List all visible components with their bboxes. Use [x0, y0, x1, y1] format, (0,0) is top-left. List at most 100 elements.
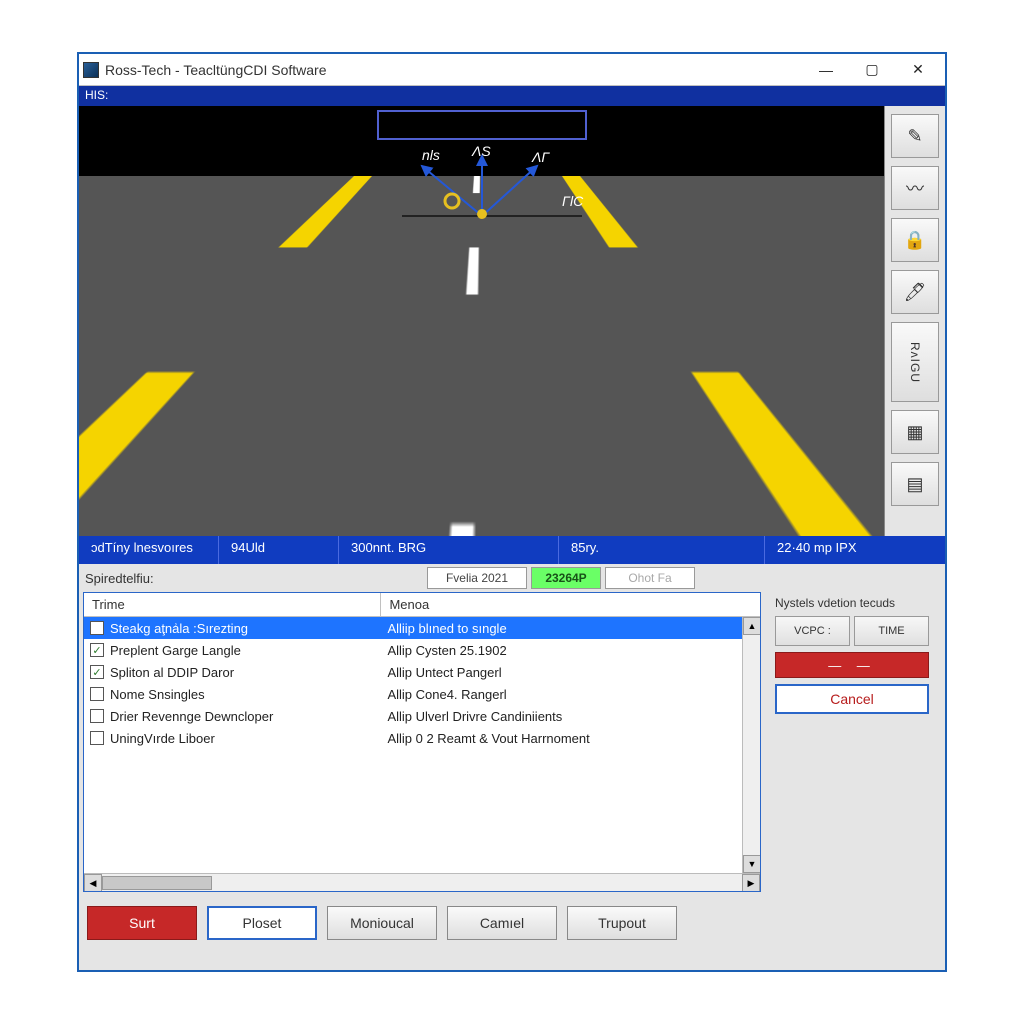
checkbox[interactable]: ✓ — [90, 643, 104, 657]
status-cell: 300nnt. BRG — [339, 536, 559, 564]
row-label: Spliton al DDIP Daror — [110, 665, 234, 680]
trupout-button[interactable]: Trupout — [567, 906, 677, 940]
pen-tool-button[interactable]: 🖊 — [891, 270, 939, 314]
table-row[interactable]: Nome Snsingles Allip Cone4. Rangerl — [84, 683, 760, 705]
right-panel-heading: Nystels vdetion tecuds — [775, 596, 929, 610]
row-value: Allip 0 2 Reamt & Vout Harrnoment — [381, 731, 760, 746]
camiel-button[interactable]: Camıel — [447, 906, 557, 940]
viewport-row: nls ɅS ɅΓ ΓlC Dinck Ariver Rome angle st… — [79, 106, 945, 536]
row-value: Alliip blıned to sıngle — [381, 621, 760, 636]
table-row[interactable]: ✓ Spliton al DDIP Daror Allip Untect Pange… — [84, 661, 760, 683]
vector-label: ɅΓ — [531, 149, 550, 165]
filter-label: Spiredtelfiu: — [83, 571, 423, 586]
popup-line: Drives anısle angl nevor senics Biocolin… — [224, 425, 510, 439]
popup-minimize-button[interactable]: _ — [473, 362, 491, 378]
status-bar: ɔdTíny lnesvoıres 94Uld 300nnt. BRG 85ry… — [79, 536, 945, 564]
raigu-tool-button[interactable]: RʌIGU — [891, 322, 939, 402]
right-panel: Nystels vdetion tecuds VCPC : TIME — — C… — [767, 592, 937, 892]
scroll-thumb[interactable] — [102, 876, 212, 890]
edit-tool-button[interactable]: ✎ — [891, 114, 939, 158]
table-row[interactable]: Drier Revennge Dewncloper Allip Ulverl Dr… — [84, 705, 760, 727]
vector-label: nls — [422, 147, 440, 163]
monitor-icon — [154, 422, 194, 450]
monioucal-button[interactable]: Monioucal — [327, 906, 437, 940]
header-bar: HIS: — [79, 86, 945, 106]
row-label: Drier Revennge Dewncloper — [110, 709, 273, 724]
table-hscrollbar[interactable]: ◀ ▶ — [84, 873, 760, 891]
viewport-top-frame — [377, 110, 587, 140]
filter-bar: Spiredtelfiu: Fvelia 2021 23264P Ohot Fa — [79, 564, 945, 592]
lower-area: Trime Menoa Steakg aţnẚla :Sırezting Alli… — [79, 592, 945, 896]
scroll-left-icon[interactable]: ◀ — [84, 874, 102, 891]
popup-scrollbar[interactable]: ▲ ▼ — [512, 389, 528, 497]
steering-popup: Dinck Ariver Rome angle steeering angle!… — [129, 356, 539, 506]
row-label: Steakg aţnẚla :Sırezting — [110, 621, 248, 636]
surt-button[interactable]: Surt — [87, 906, 197, 940]
popup-line: Coosce Unbo — [224, 439, 510, 453]
table-row[interactable]: UningVırde Liboer Allip 0 2 Reamt & Vout … — [84, 727, 760, 749]
table-row[interactable]: ✓ Preplent Garge Langle Allip Cysten 25.19… — [84, 639, 760, 661]
popup-maximize-button[interactable]: ▫ — [493, 362, 511, 378]
popup-line: Onc un st cande whisl angur services y /… — [224, 393, 510, 407]
bottom-button-bar: Surt Ploset Monioucal Camıel Trupout — [79, 896, 945, 952]
close-button[interactable]: ✕ — [895, 55, 941, 85]
grid-tool-button[interactable]: ▤ — [891, 462, 939, 506]
scroll-up-icon[interactable]: ▲ — [512, 389, 528, 405]
scroll-down-icon[interactable]: ▼ — [512, 481, 528, 497]
qr-tool-button[interactable]: ▦ — [891, 410, 939, 454]
side-toolbar: ✎ 〰 🔒 🖊 RʌIGU ▦ ▤ — [885, 106, 945, 536]
status-cell: 94Uld — [219, 536, 339, 564]
row-label: Nome Snsingles — [110, 687, 205, 702]
row-value: Allip Ulverl Drivre Candiniients — [381, 709, 760, 724]
popup-titlebar[interactable]: Dinck Ariver Rome angle steeering angle!… — [131, 358, 537, 382]
3d-viewport[interactable]: nls ɅS ɅΓ ΓlC Dinck Ariver Rome angle st… — [79, 106, 885, 536]
checkbox[interactable] — [90, 621, 104, 635]
titlebar: Ross-Tech - TeacltüngCDI Software — ▢ ✕ — [79, 54, 945, 86]
table-vscrollbar[interactable]: ▲ ▼ — [742, 617, 760, 873]
table-body: Steakg aţnẚla :Sırezting Alliip blıned to… — [84, 617, 760, 891]
status-cell: 85ry. — [559, 536, 765, 564]
application-window: Ross-Tech - TeacltüngCDI Software — ▢ ✕ … — [77, 52, 947, 972]
checkbox[interactable]: ✓ — [90, 665, 104, 679]
row-label: UningVırde Liboer — [110, 731, 215, 746]
table-header: Trime Menoa — [84, 593, 760, 617]
minimize-button[interactable]: — — [803, 55, 849, 85]
table-column-header[interactable]: Menoa — [381, 593, 760, 616]
viewport-vector-overlay: nls ɅS ɅΓ ΓlC — [352, 146, 612, 246]
time-button[interactable]: TIME — [854, 616, 929, 646]
table-row[interactable]: Steakg aţnẚla :Sırezting Alliip blıned to… — [84, 617, 760, 639]
window-title: Ross-Tech - TeacltüngCDI Software — [105, 62, 803, 78]
table-column-header[interactable]: Trime — [84, 593, 381, 616]
vector-label: ΓlC — [562, 193, 584, 209]
result-table: Trime Menoa Steakg aţnẚla :Sırezting Alli… — [83, 592, 761, 892]
vcpc-button[interactable]: VCPC : — [775, 616, 850, 646]
scroll-right-icon[interactable]: ▶ — [742, 874, 760, 891]
row-value: Allip Cone4. Rangerl — [381, 687, 760, 702]
popup-sidebar: Seatution — [139, 388, 209, 498]
popup-message: Onc un st cande whisl angur services y /… — [217, 388, 529, 498]
popup-caption: Seatution — [153, 454, 195, 465]
lock-tool-button[interactable]: 🔒 — [891, 218, 939, 262]
checkbox[interactable] — [90, 731, 104, 745]
status-cell: ɔdTíny lnesvoıres — [79, 536, 219, 564]
checkbox[interactable] — [90, 687, 104, 701]
status-cell: 22·40 mp IPX — [765, 536, 945, 564]
ploset-button[interactable]: Ploset — [207, 906, 317, 940]
filter-field-2[interactable]: 23264P — [531, 567, 601, 589]
cancel-button[interactable]: Cancel — [775, 684, 929, 714]
status-indicator: — — — [775, 652, 929, 678]
scroll-down-icon[interactable]: ▼ — [743, 855, 760, 873]
scroll-up-icon[interactable]: ▲ — [743, 617, 760, 635]
maximize-button[interactable]: ▢ — [849, 55, 895, 85]
filter-field-3[interactable]: Ohot Fa — [605, 567, 695, 589]
window-controls: — ▢ ✕ — [803, 55, 941, 85]
app-icon — [83, 62, 99, 78]
row-label: Preplent Garge Langle — [110, 643, 241, 658]
row-value: Allip Cysten 25.1902 — [381, 643, 760, 658]
row-value: Allip Untect Pangerl — [381, 665, 760, 680]
popup-body: Seatution Onc un st cande whisl angur se… — [131, 382, 537, 504]
popup-close-button[interactable]: ✕ — [513, 362, 531, 378]
checkbox[interactable] — [90, 709, 104, 723]
filter-field-1[interactable]: Fvelia 2021 — [427, 567, 527, 589]
wave-tool-button[interactable]: 〰 — [891, 166, 939, 210]
